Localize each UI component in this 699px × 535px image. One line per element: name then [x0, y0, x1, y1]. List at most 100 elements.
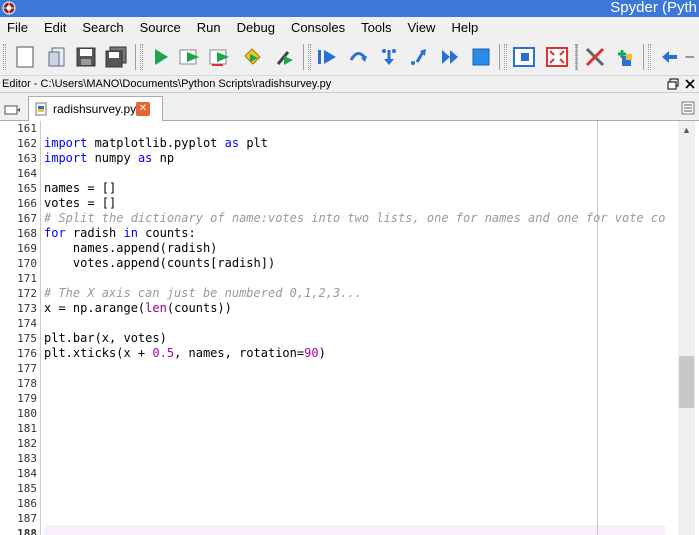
title-bar: Spyder (Pyth [0, 0, 699, 17]
save-all-button[interactable] [103, 43, 129, 71]
step-return-icon [411, 49, 426, 65]
line-number: 184 [17, 467, 37, 480]
line-number: 168 [17, 227, 37, 240]
debug-button[interactable] [315, 43, 341, 71]
step-return-button[interactable] [406, 43, 432, 71]
tab-radishsurvey[interactable]: radishsurvey.py ✕ [28, 96, 163, 121]
configure-run-button[interactable] [272, 43, 298, 71]
menu-tools[interactable]: Tools [353, 17, 399, 39]
line-number: 164 [17, 167, 37, 180]
menu-help[interactable]: Help [443, 17, 486, 39]
toolbar-separator [643, 44, 644, 70]
open-file-button[interactable] [44, 43, 70, 71]
close-icon [685, 79, 695, 89]
options-menu-icon[interactable] [681, 101, 695, 115]
step-into-button[interactable] [376, 43, 402, 71]
maximize-pane-button[interactable] [511, 43, 537, 71]
step-button[interactable] [345, 43, 371, 71]
line-number: 175 [17, 332, 37, 345]
line-number: 171 [17, 272, 37, 285]
line-number-gutter: 161 162 163 164 165 166 167 168 169 170 171 172 173 1… [0, 121, 41, 535]
code-text-area[interactable]: import matplotlib.pyplot as plt import nu… [44, 121, 665, 535]
run-selection-icon [244, 48, 261, 65]
scrollbar-thumb[interactable] [679, 356, 694, 408]
line-number: 186 [17, 497, 37, 510]
code-line: plt.bar(x, votes) [44, 331, 167, 345]
line-number: 187 [17, 512, 37, 525]
run-selection-button[interactable] [240, 43, 266, 71]
preferences-button[interactable] [582, 43, 608, 71]
line-number: 169 [17, 242, 37, 255]
line-number: 182 [17, 437, 37, 450]
forward-button[interactable] [682, 43, 699, 71]
toolbar-handle[interactable] [504, 44, 507, 70]
line-number: 170 [17, 257, 37, 270]
preferences-icon [585, 47, 605, 67]
editor-file-path: Editor - C:\Users\MANO\Documents\Python … [2, 78, 332, 90]
toolbar-handle[interactable] [3, 44, 6, 70]
line-number: 166 [17, 197, 37, 210]
run-button[interactable] [148, 43, 174, 71]
close-pane-button[interactable] [684, 78, 696, 90]
toolbar-handle[interactable] [575, 44, 578, 70]
toolbar-handle[interactable] [140, 44, 143, 70]
stop-debug-icon [472, 48, 490, 66]
line-number: 181 [17, 422, 37, 435]
menu-run[interactable]: Run [189, 17, 229, 39]
spyder-logo-icon [2, 1, 16, 15]
line-number: 177 [17, 362, 37, 375]
tab-close-button[interactable]: ✕ [136, 102, 150, 116]
menu-file[interactable]: File [0, 17, 36, 39]
python-path-manager-button[interactable] [612, 43, 638, 71]
line-number: 174 [17, 317, 37, 330]
line-number: 173 [17, 302, 37, 315]
menu-debug[interactable]: Debug [229, 17, 283, 39]
window-title: Spyder (Pyth [610, 0, 697, 16]
open-file-icon [48, 47, 65, 67]
menu-edit[interactable]: Edit [36, 17, 74, 39]
run-cell-icon [179, 49, 199, 65]
code-editor[interactable]: 161 162 163 164 165 166 167 168 169 170 171 172 173 1… [0, 121, 699, 535]
line-number: 180 [17, 407, 37, 420]
line-number: 176 [17, 347, 37, 360]
new-file-button[interactable] [12, 43, 38, 71]
stop-debug-button[interactable] [468, 43, 494, 71]
python-path-manager-icon [618, 50, 632, 66]
toolbar-separator [499, 44, 500, 70]
line-number: 167 [17, 212, 37, 225]
menu-consoles[interactable]: Consoles [283, 17, 353, 39]
browse-tabs-icon[interactable] [3, 102, 21, 116]
menu-view[interactable]: View [400, 17, 444, 39]
toolbar-separator [135, 44, 136, 70]
maximize-pane-icon [513, 47, 535, 67]
editor-pane-header: Editor - C:\Users\MANO\Documents\Python … [0, 77, 699, 93]
line-number: 161 [17, 122, 37, 135]
vertical-scrollbar[interactable]: ▲ [678, 121, 695, 535]
scroll-up-icon[interactable]: ▲ [678, 123, 695, 137]
back-button[interactable] [656, 43, 682, 71]
configure-run-icon [276, 51, 293, 65]
fullscreen-button[interactable] [544, 43, 570, 71]
toolbar-handle[interactable] [308, 44, 311, 70]
menu-bar: File Edit Search Source Run Debug Consol… [0, 17, 699, 39]
new-file-icon [16, 46, 34, 68]
menu-source[interactable]: Source [132, 17, 189, 39]
run-cell-advance-button[interactable] [208, 43, 234, 71]
tab-label: radishsurvey.py [53, 102, 137, 116]
save-icon [76, 47, 96, 67]
code-line: x = np.arange(len(counts)) [44, 301, 232, 315]
code-line: votes.append(counts[radish]) [44, 256, 276, 270]
undock-pane-button[interactable] [667, 78, 679, 90]
main-toolbar [0, 39, 699, 76]
menu-search[interactable]: Search [74, 17, 131, 39]
toolbar-handle[interactable] [648, 44, 651, 70]
debug-icon [318, 50, 336, 64]
step-icon [349, 52, 367, 62]
run-cell-button[interactable] [178, 43, 204, 71]
toolbar-separator [303, 44, 304, 70]
undock-icon [667, 78, 679, 90]
continue-button[interactable] [437, 43, 463, 71]
save-button[interactable] [73, 43, 99, 71]
line-number: 185 [17, 482, 37, 495]
line-number: 188 [17, 527, 37, 535]
